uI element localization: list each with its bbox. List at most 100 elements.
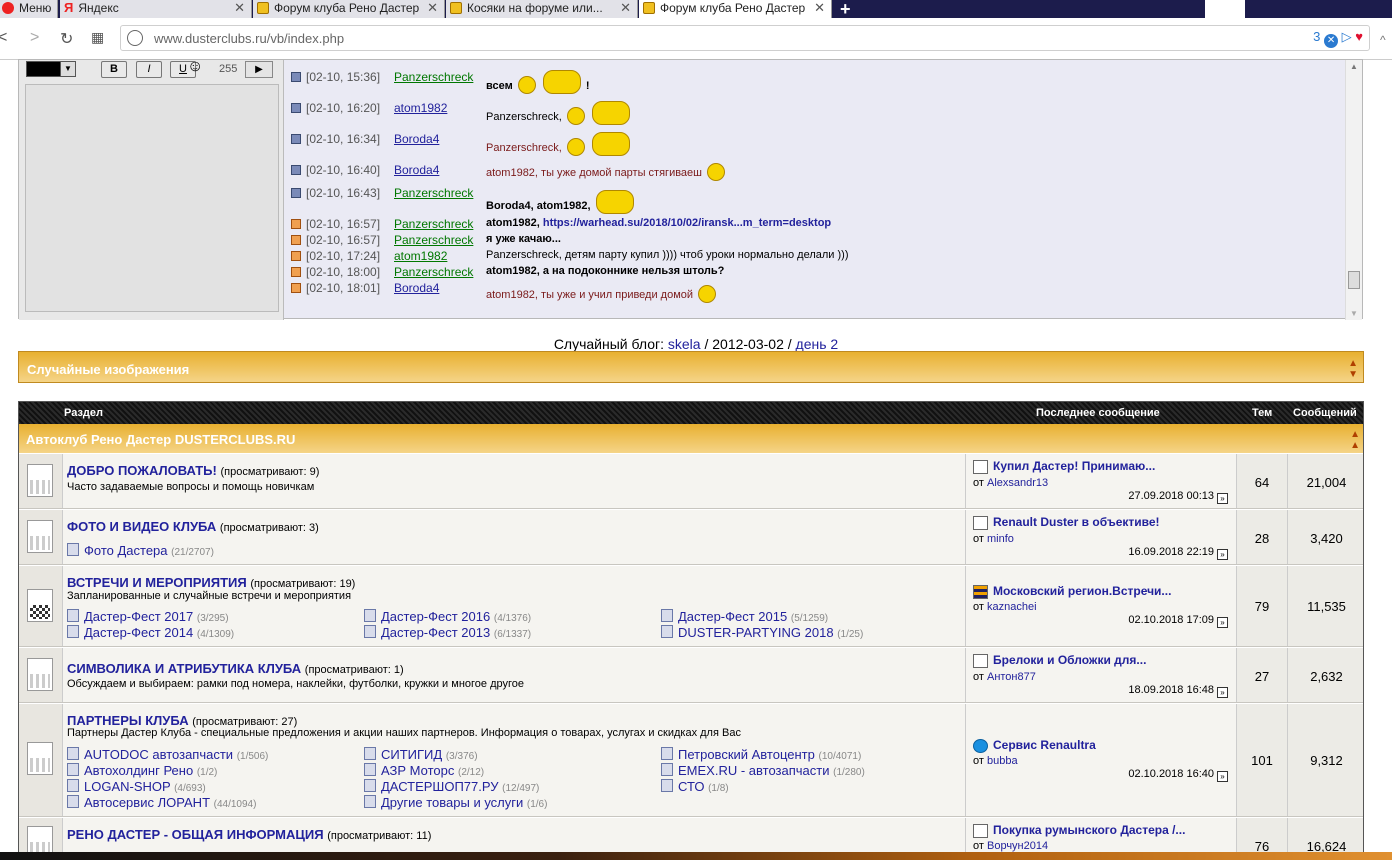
- subforum-name[interactable]: Петровский Автоцентр: [678, 747, 815, 762]
- forum-title-link[interactable]: ВСТРЕЧИ И МЕРОПРИЯТИЯ: [67, 575, 247, 590]
- tab-yandex[interactable]: Я Яндекс ✕: [60, 0, 252, 18]
- scroll-up-icon[interactable]: ^: [1380, 33, 1386, 47]
- subforum-link[interactable]: Фото Дастера (21/2707): [67, 543, 214, 558]
- subforum-link[interactable]: Дастер-Фест 2017 (3/295): [67, 609, 229, 624]
- subforum-name[interactable]: Дастер-Фест 2013: [381, 625, 490, 640]
- message-user[interactable]: Panzerschreck: [394, 70, 473, 84]
- message-user[interactable]: Panzerschreck: [394, 186, 473, 200]
- forum-title-link[interactable]: ФОТО И ВИДЕО КЛУБА: [67, 519, 216, 534]
- goto-last-icon[interactable]: »: [1217, 493, 1228, 504]
- forward-icon[interactable]: >: [30, 29, 39, 47]
- message-user[interactable]: atom1982: [394, 249, 447, 263]
- chat-input[interactable]: [25, 84, 279, 312]
- subforum-name[interactable]: Дастер-Фест 2015: [678, 609, 787, 624]
- scroll-up-icon[interactable]: ▲: [1350, 62, 1358, 71]
- close-icon[interactable]: ✕: [234, 0, 245, 16]
- smile-icon[interactable]: ☺: [187, 58, 203, 76]
- color-select[interactable]: ▼: [26, 61, 76, 77]
- message-user[interactable]: Panzerschreck: [394, 233, 473, 247]
- subforum-name[interactable]: ДАСТЕРШОП77.РУ: [381, 779, 499, 794]
- subforum-name[interactable]: СТО: [678, 779, 704, 794]
- forum-title-link[interactable]: РЕНО ДАСТЕР - ОБЩАЯ ИНФОРМАЦИЯ: [67, 827, 324, 842]
- subforum-link[interactable]: Петровский Автоцентр (10/4071): [661, 747, 861, 762]
- tab-forum-active[interactable]: Форум клуба Рено Дастер ✕: [639, 0, 832, 18]
- message-user[interactable]: Panzerschreck: [394, 217, 473, 231]
- subforum-link[interactable]: Автохолдинг Рено (1/2): [67, 763, 217, 778]
- subforum-name[interactable]: Дастер-Фест 2016: [381, 609, 490, 624]
- heart-icon[interactable]: ♥: [1355, 29, 1363, 44]
- subforum-link[interactable]: Дастер-Фест 2015 (5/1259): [661, 609, 828, 624]
- author-link[interactable]: Ворчун2014: [987, 840, 1048, 852]
- author-link[interactable]: bubba: [987, 755, 1018, 767]
- author-link[interactable]: minfo: [987, 533, 1014, 545]
- subforum-name[interactable]: EMEX.RU - автозапчасти: [678, 763, 829, 778]
- subforum-link[interactable]: СТО (1/8): [661, 779, 729, 794]
- browser-menu-tab[interactable]: Меню: [0, 0, 58, 18]
- last-post-link[interactable]: Сервис Renaultra: [993, 738, 1096, 752]
- scroll-down-icon[interactable]: ▼: [1350, 309, 1358, 318]
- goto-last-icon[interactable]: »: [1217, 549, 1228, 560]
- bold-button[interactable]: B: [101, 61, 127, 78]
- tab-forum-1[interactable]: Форум клуба Рено Дастер ✕: [253, 0, 445, 18]
- new-tab-icon[interactable]: +: [840, 0, 851, 20]
- subforum-name[interactable]: LOGAN-SHOP: [84, 779, 170, 794]
- subforum-link[interactable]: AUTODOC автозапчасти (1/506): [67, 747, 268, 762]
- grid-icon[interactable]: ▦: [91, 29, 104, 46]
- message-user[interactable]: Boroda4: [394, 163, 439, 177]
- last-post-link[interactable]: Московский регион.Встречи...: [993, 584, 1171, 598]
- author-link[interactable]: Alexsandr13: [987, 477, 1048, 489]
- subforum-name[interactable]: DUSTER-PARTYING 2018: [678, 625, 834, 640]
- forum-title-link[interactable]: ПАРТНЕРЫ КЛУБА: [67, 713, 189, 728]
- subforum-link[interactable]: Дастер-Фест 2013 (6/1337): [364, 625, 531, 640]
- goto-last-icon[interactable]: »: [1217, 617, 1228, 628]
- subforum-link[interactable]: Другие товары и услуги (1/6): [364, 795, 547, 810]
- subforum-link[interactable]: Дастер-Фест 2016 (4/1376): [364, 609, 531, 624]
- reload-icon[interactable]: ↻: [60, 29, 73, 49]
- close-icon[interactable]: ✕: [620, 0, 631, 16]
- subforum-name[interactable]: Фото Дастера: [84, 543, 168, 558]
- forum-title-link[interactable]: СИМВОЛИКА И АТРИБУТИКА КЛУБА: [67, 661, 301, 676]
- subforum-link[interactable]: СИТИГИД (3/376): [364, 747, 478, 762]
- italic-button[interactable]: I: [136, 61, 162, 78]
- subforum-name[interactable]: Дастер-Фест 2014: [84, 625, 193, 640]
- author-link[interactable]: Антон877: [987, 671, 1036, 683]
- collapse-icon[interactable]: ▲ ▲: [1350, 429, 1360, 451]
- subforum-link[interactable]: EMEX.RU - автозапчасти (1/280): [661, 763, 865, 778]
- subforum-name[interactable]: Дастер-Фест 2017: [84, 609, 193, 624]
- scroll-thumb[interactable]: [1348, 271, 1360, 289]
- chat-scrollbar[interactable]: ▲ ▼: [1345, 60, 1362, 320]
- send-icon[interactable]: ▷: [1342, 29, 1352, 44]
- extension-icon[interactable]: ✕: [1324, 34, 1339, 48]
- message-user[interactable]: Panzerschreck: [394, 265, 473, 279]
- subforum-name[interactable]: Другие товары и услуги: [381, 795, 523, 810]
- message-user[interactable]: Boroda4: [394, 132, 439, 146]
- subforum-name[interactable]: АЗР Моторс: [381, 763, 454, 778]
- message-user[interactable]: Boroda4: [394, 281, 439, 295]
- back-icon[interactable]: <: [0, 29, 7, 47]
- subforum-name[interactable]: Автохолдинг Рено: [84, 763, 193, 778]
- forum-title-link[interactable]: ДОБРО ПОЖАЛОВАТЬ!: [67, 463, 217, 478]
- close-icon[interactable]: ✕: [814, 0, 825, 16]
- last-post-link[interactable]: Купил Дастер! Принимаю...: [993, 459, 1155, 473]
- subforum-name[interactable]: СИТИГИД: [381, 747, 442, 762]
- author-link[interactable]: kaznachei: [987, 601, 1037, 613]
- last-post-link[interactable]: Renault Duster в объективе!: [993, 515, 1160, 529]
- last-post-link[interactable]: Брелоки и Обложки для...: [993, 653, 1146, 667]
- subforum-name[interactable]: AUTODOC автозапчасти: [84, 747, 233, 762]
- subforum-link[interactable]: АЗР Моторс (2/12): [364, 763, 484, 778]
- message-link[interactable]: https://warhead.su/2018/10/02/iransk...m…: [543, 217, 831, 229]
- url-bar[interactable]: www.dusterclubs.ru/vb/index.php 3 ✕ ▷ ♥: [120, 25, 1370, 51]
- subforum-link[interactable]: Автосервис ЛОРАНТ (44/1094): [67, 795, 256, 810]
- subforum-link[interactable]: Дастер-Фест 2014 (4/1309): [67, 625, 234, 640]
- tab-kosyaki[interactable]: Косяки на форуме или... ✕: [446, 0, 638, 18]
- goto-last-icon[interactable]: »: [1217, 771, 1228, 782]
- close-icon[interactable]: ✕: [427, 0, 438, 16]
- subforum-link[interactable]: ДАСТЕРШОП77.РУ (12/497): [364, 779, 539, 794]
- random-blog-title-link[interactable]: день 2: [796, 336, 839, 352]
- subforum-link[interactable]: DUSTER-PARTYING 2018 (1/25): [661, 625, 863, 640]
- send-button[interactable]: ▶: [245, 61, 273, 78]
- goto-last-icon[interactable]: »: [1217, 687, 1228, 698]
- last-post-link[interactable]: Покупка румынского Дастера /...: [993, 823, 1185, 837]
- subforum-link[interactable]: LOGAN-SHOP (4/693): [67, 779, 206, 794]
- expand-icon[interactable]: ▲ ▼: [1348, 358, 1358, 380]
